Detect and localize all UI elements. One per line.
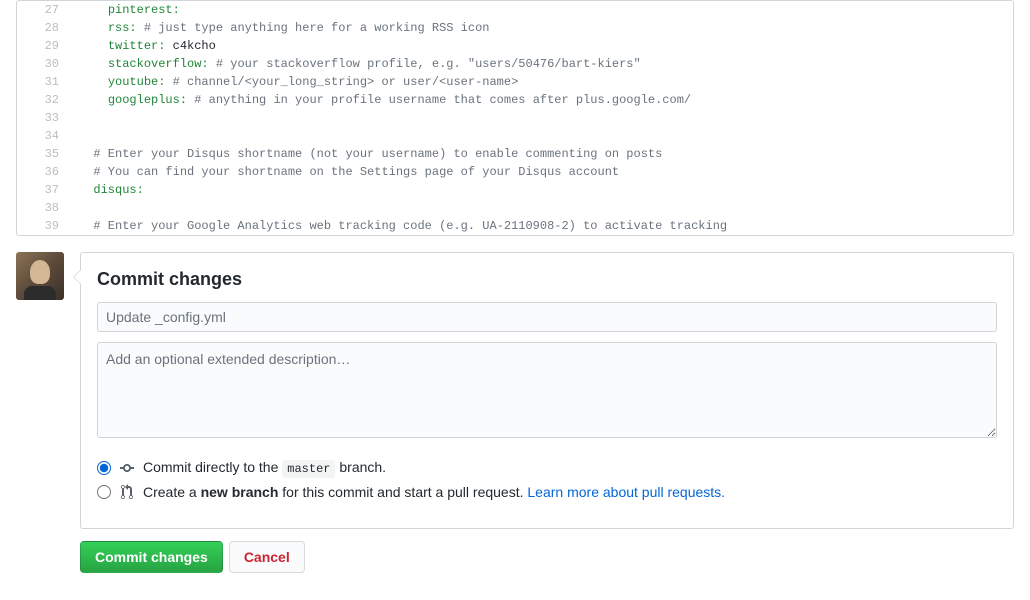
line-number: 38 xyxy=(17,199,69,217)
line-number: 29 xyxy=(17,37,69,55)
code-line[interactable]: 36 # You can find your shortname on the … xyxy=(17,163,1013,181)
line-content xyxy=(69,127,86,145)
code-line[interactable]: 30 stackoverflow: # your stackoverflow p… xyxy=(17,55,1013,73)
line-number: 39 xyxy=(17,217,69,235)
line-content: googleplus: # anything in your profile u… xyxy=(69,91,691,109)
line-content: youtube: # channel/<your_long_string> or… xyxy=(69,73,518,91)
commit-section: Commit changes Commit directly to the ma… xyxy=(16,252,1014,529)
code-line[interactable]: 33 xyxy=(17,109,1013,127)
line-number: 37 xyxy=(17,181,69,199)
line-content: stackoverflow: # your stackoverflow prof… xyxy=(69,55,641,73)
line-content: pinterest: xyxy=(69,1,180,19)
code-line[interactable]: 37 disqus: xyxy=(17,181,1013,199)
learn-more-link[interactable]: Learn more about pull requests. xyxy=(527,484,725,500)
commit-direct-radio[interactable] xyxy=(97,461,111,475)
branch-name: master xyxy=(282,460,335,478)
commit-title: Commit changes xyxy=(97,269,997,290)
line-content xyxy=(69,109,86,127)
line-number: 36 xyxy=(17,163,69,181)
line-content: # Enter your Google Analytics web tracki… xyxy=(69,217,727,235)
line-content: disqus: xyxy=(69,181,144,199)
line-content: rss: # just type anything here for a wor… xyxy=(69,19,489,37)
avatar-wrap xyxy=(16,252,64,529)
code-line[interactable]: 31 youtube: # channel/<your_long_string>… xyxy=(17,73,1013,91)
commit-newbranch-radio[interactable] xyxy=(97,485,111,499)
code-line[interactable]: 27 pinterest: xyxy=(17,1,1013,19)
line-number: 27 xyxy=(17,1,69,19)
commit-direct-label: Commit directly to the master branch. xyxy=(143,459,386,476)
line-number: 30 xyxy=(17,55,69,73)
cancel-button[interactable]: Cancel xyxy=(229,541,305,573)
line-content: twitter: c4kcho xyxy=(69,37,216,55)
code-line[interactable]: 28 rss: # just type anything here for a … xyxy=(17,19,1013,37)
code-line[interactable]: 35 # Enter your Disqus shortname (not yo… xyxy=(17,145,1013,163)
line-content: # Enter your Disqus shortname (not your … xyxy=(69,145,662,163)
line-number: 35 xyxy=(17,145,69,163)
commit-description-textarea[interactable] xyxy=(97,342,997,438)
commit-actions: Commit changes Cancel xyxy=(80,541,1014,573)
code-editor[interactable]: 27 pinterest:28 rss: # just type anythin… xyxy=(16,0,1014,236)
commit-direct-option[interactable]: Commit directly to the master branch. xyxy=(97,455,997,480)
commit-newbranch-label: Create a new branch for this commit and … xyxy=(143,484,725,500)
user-avatar[interactable] xyxy=(16,252,64,300)
line-number: 33 xyxy=(17,109,69,127)
git-commit-icon xyxy=(119,460,135,476)
commit-branch-options: Commit directly to the master branch. Cr… xyxy=(97,455,997,504)
commit-changes-button[interactable]: Commit changes xyxy=(80,541,223,573)
code-line[interactable]: 34 xyxy=(17,127,1013,145)
code-line[interactable]: 29 twitter: c4kcho xyxy=(17,37,1013,55)
line-number: 32 xyxy=(17,91,69,109)
commit-newbranch-option[interactable]: Create a new branch for this commit and … xyxy=(97,480,997,504)
commit-box: Commit changes Commit directly to the ma… xyxy=(80,252,1014,529)
code-line[interactable]: 39 # Enter your Google Analytics web tra… xyxy=(17,217,1013,235)
code-line[interactable]: 38 xyxy=(17,199,1013,217)
commit-message-input[interactable] xyxy=(97,302,997,332)
git-pull-request-icon xyxy=(119,484,135,500)
line-content: # You can find your shortname on the Set… xyxy=(69,163,619,181)
line-number: 28 xyxy=(17,19,69,37)
line-number: 34 xyxy=(17,127,69,145)
code-line[interactable]: 32 googleplus: # anything in your profil… xyxy=(17,91,1013,109)
line-content xyxy=(69,199,86,217)
line-number: 31 xyxy=(17,73,69,91)
